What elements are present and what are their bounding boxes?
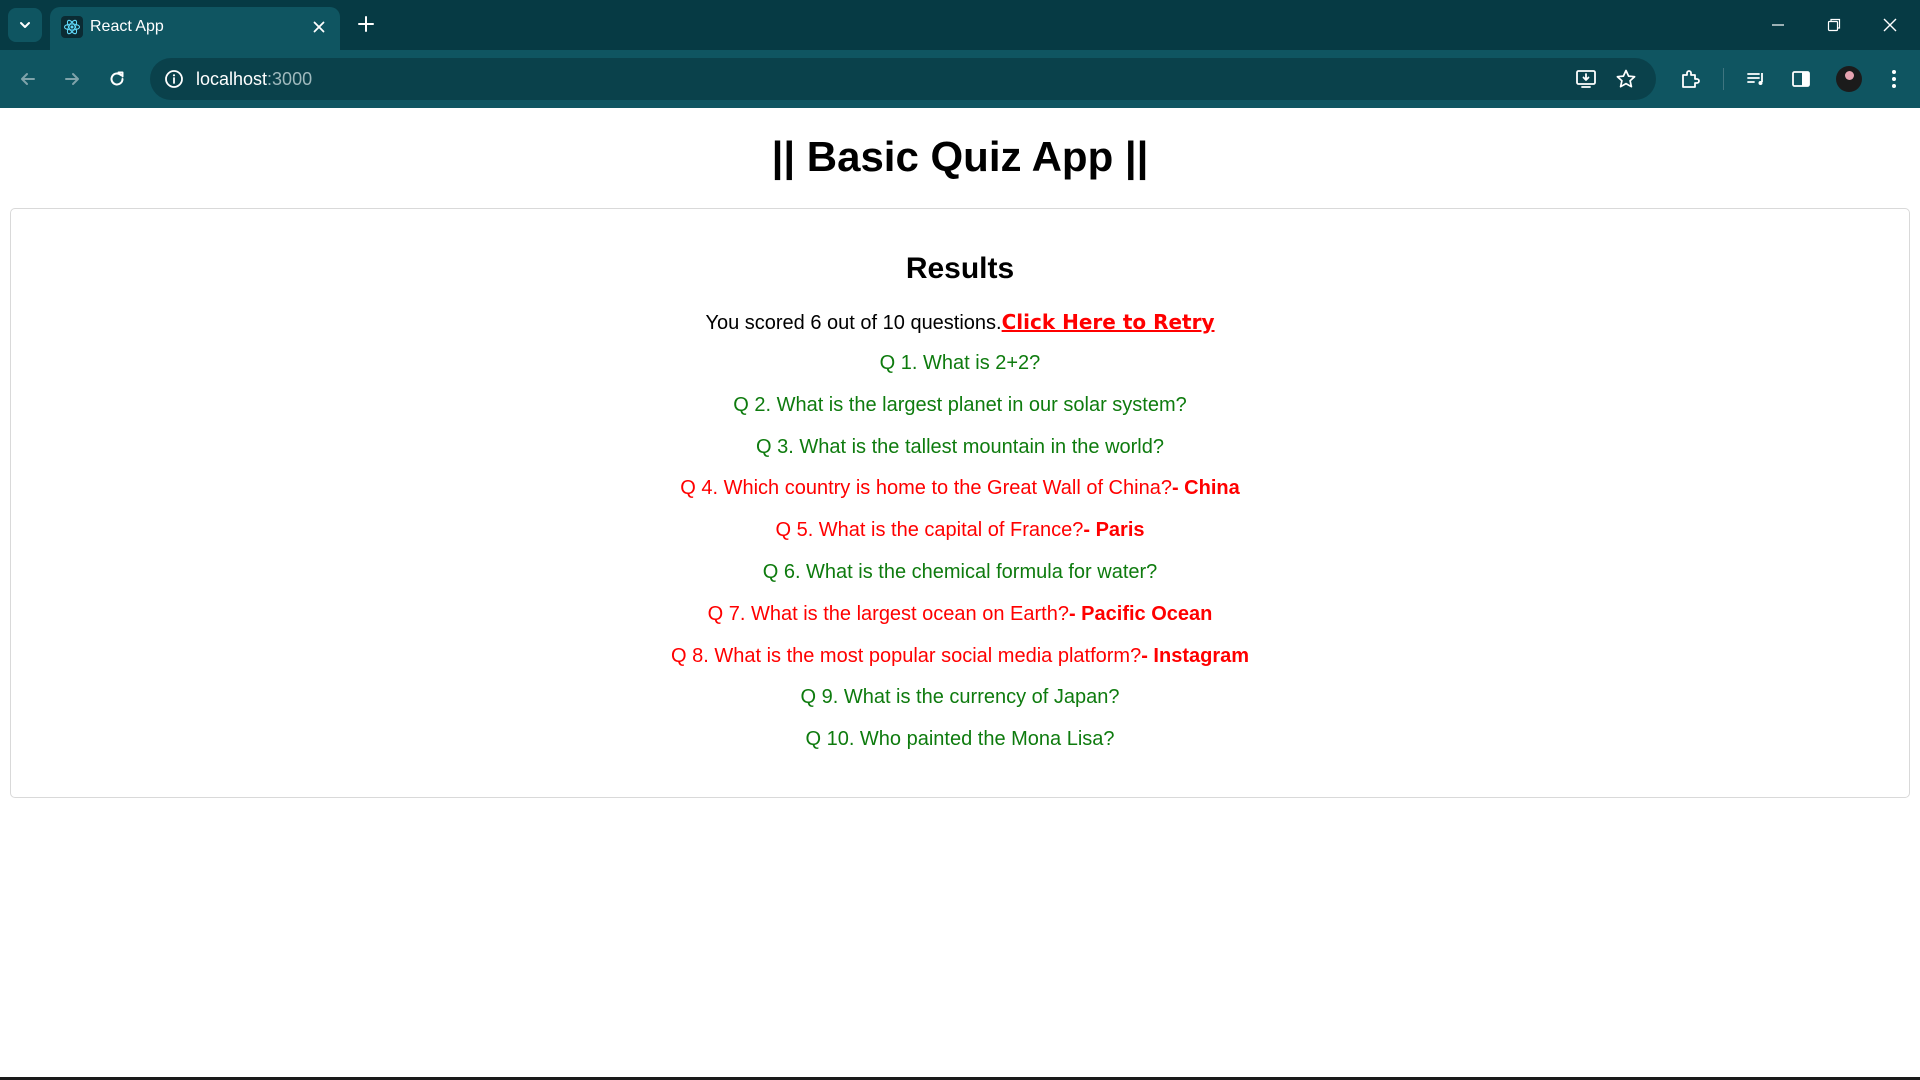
tab-search-button[interactable]	[8, 8, 42, 42]
app-title: || Basic Quiz App ||	[771, 133, 1149, 180]
extensions-button[interactable]	[1677, 65, 1705, 93]
media-control-button[interactable]	[1743, 65, 1771, 93]
tab-close-button[interactable]	[309, 17, 329, 37]
more-vertical-icon	[1892, 70, 1896, 88]
question-text: Q 4. Which country is home to the Great …	[680, 477, 1172, 500]
question-result-item: Q 6. What is the chemical formula for wa…	[11, 560, 1909, 602]
site-info-icon[interactable]	[162, 67, 186, 91]
minimize-icon	[1772, 24, 1784, 26]
question-text: Q 10. Who painted the Mona Lisa?	[805, 728, 1115, 751]
question-text: Q 6. What is the chemical formula for wa…	[762, 560, 1158, 583]
forward-button[interactable]	[58, 65, 86, 93]
bookmark-star-icon[interactable]	[1614, 67, 1638, 91]
toolbar-separator	[1723, 68, 1724, 90]
close-icon	[1883, 18, 1897, 32]
puzzle-icon	[1682, 70, 1700, 88]
reload-icon	[110, 71, 124, 86]
tab-title: React App	[90, 18, 164, 35]
correct-answer: - Paris	[1083, 519, 1145, 542]
profile-avatar[interactable]	[1836, 66, 1862, 92]
question-results-list: Q 1. What is 2+2? Q 2. What is the large…	[11, 351, 1909, 769]
back-button[interactable]	[14, 65, 42, 93]
url-port: :3000	[267, 69, 313, 89]
restore-icon	[1827, 18, 1841, 32]
page-content: || Basic Quiz App || Results You scored …	[0, 108, 1920, 1078]
side-panel-button[interactable]	[1787, 65, 1815, 93]
url-text[interactable]: localhost:3000	[196, 69, 312, 89]
question-text: Q 1. What is 2+2?	[879, 352, 1041, 374]
minimize-button[interactable]	[1750, 0, 1806, 50]
question-result-item: Q 10. Who painted the Mona Lisa?	[11, 727, 1909, 769]
question-result-item: Q 4. Which country is home to the Great …	[11, 476, 1909, 518]
arrow-right-icon	[65, 73, 79, 85]
address-bar[interactable]: localhost:3000	[150, 58, 1656, 100]
media-queue-icon	[1747, 73, 1763, 85]
question-text: Q 7. What is the largest ocean on Earth?	[707, 602, 1069, 625]
browser-menu-button[interactable]	[1880, 65, 1908, 93]
browser-tab[interactable]: React App	[50, 7, 340, 50]
correct-answer: - China	[1171, 477, 1240, 500]
question-text: Q 9. What is the currency of Japan?	[800, 686, 1120, 709]
url-host: localhost	[196, 69, 268, 89]
question-text: Q 5. What is the capital of France?	[775, 519, 1084, 542]
reload-button[interactable]	[103, 65, 131, 93]
question-result-item: Q 5. What is the capital of France?- Par…	[11, 518, 1909, 560]
score-text: You scored 6 out of 10 questions.	[705, 312, 1002, 334]
react-logo-icon	[61, 16, 83, 38]
retry-link[interactable]: Click Here to Retry	[1002, 310, 1215, 334]
plus-icon	[358, 16, 374, 32]
restore-button[interactable]	[1806, 0, 1862, 50]
results-heading: Results	[905, 252, 1015, 285]
question-result-item: Q 1. What is 2+2?	[11, 351, 1909, 393]
browser-title-bar: React App	[0, 0, 1920, 50]
side-panel-icon	[1792, 71, 1810, 87]
score-line: You scored 6 out of 10 questions.Click H…	[11, 310, 1909, 335]
new-tab-button[interactable]	[354, 12, 378, 36]
install-app-icon[interactable]	[1574, 67, 1598, 91]
correct-answer: - Instagram	[1141, 644, 1250, 667]
question-result-item: Q 8. What is the most popular social med…	[11, 644, 1909, 686]
question-result-item: Q 2. What is the largest planet in our s…	[11, 393, 1909, 435]
question-text: Q 8. What is the most popular social med…	[670, 644, 1142, 667]
correct-answer: - Pacific Ocean	[1068, 602, 1213, 625]
question-result-item: Q 3. What is the tallest mountain in the…	[11, 435, 1909, 477]
browser-toolbar: localhost:3000	[0, 50, 1920, 108]
chevron-down-icon	[20, 22, 30, 28]
question-result-item: Q 7. What is the largest ocean on Earth?…	[11, 602, 1909, 644]
arrow-left-icon	[21, 73, 35, 85]
question-result-item: Q 9. What is the currency of Japan?	[11, 685, 1909, 727]
results-card: Results You scored 6 out of 10 questions…	[10, 208, 1910, 798]
question-text: Q 3. What is the tallest mountain in the…	[756, 435, 1164, 458]
close-icon	[313, 21, 325, 33]
question-text: Q 2. What is the largest planet in our s…	[733, 393, 1187, 416]
close-window-button[interactable]	[1862, 0, 1918, 50]
